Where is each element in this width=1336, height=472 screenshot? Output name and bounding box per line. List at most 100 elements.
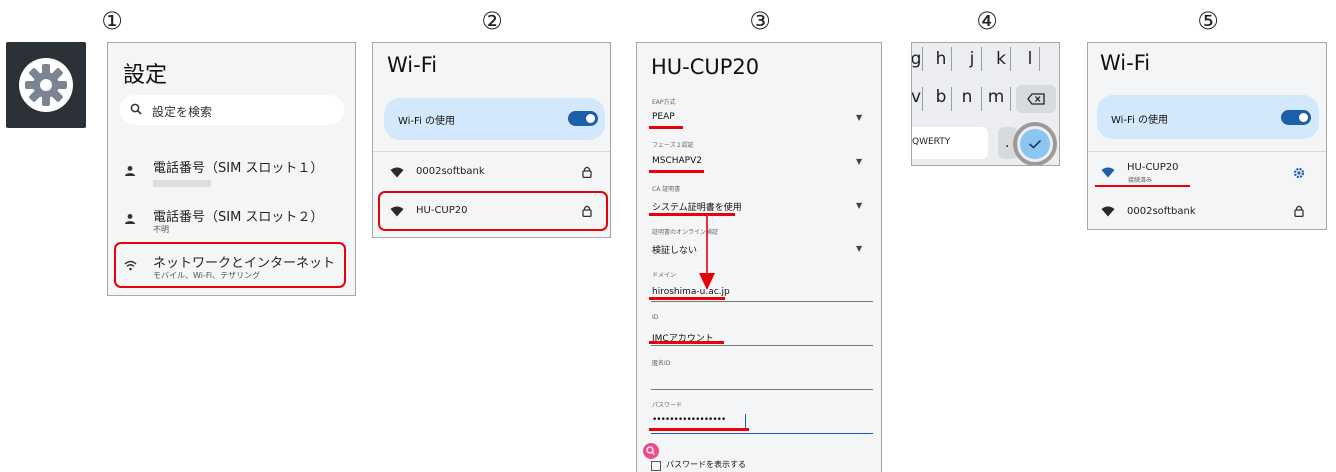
search-icon [130,103,142,115]
step-number-3: ③ [749,7,771,35]
page-title: Wi-Fi [1100,51,1151,75]
field-underline [651,301,873,302]
dropdown-caret-icon: ▼ [856,201,863,210]
zoom-icon[interactable] [643,443,659,459]
key-n[interactable]: n [957,87,977,107]
network-status: 接続済み [1128,177,1153,184]
field-value: システム証明書を使用 [652,203,742,213]
gear-icon [19,58,73,112]
key-separator [1010,87,1011,111]
divider [373,151,610,152]
backspace-key[interactable] [1016,85,1056,113]
wifi-toggle-label: Wi-Fi の使用 [398,116,456,127]
key-l[interactable]: l [1020,49,1040,69]
network-name: 0002softbank [416,166,485,177]
settings-item-subtitle: 不明 [153,225,169,234]
step-number-1: ① [101,7,123,35]
redacted-number [153,180,211,187]
person-icon [125,166,135,176]
anonymous-id-field[interactable] [637,370,881,390]
key-k[interactable]: k [991,49,1011,69]
wifi-toggle-label: Wi-Fi の使用 [1111,115,1169,126]
highlight-network-item [378,191,608,231]
key-separator [1010,47,1011,71]
field-label: パスワード [652,402,683,409]
check-icon [1028,139,1042,149]
key-separator [951,87,952,111]
settings-panel: 設定 設定を検索 電話番号（SIM スロット１） 電話番号（SIM スロット２）… [107,42,356,296]
wifi-connected-panel: Wi-Fi Wi-Fi の使用 HU-CUP20 接続済み 0002softba… [1087,42,1327,230]
show-password-checkbox[interactable] [651,461,661,471]
key-separator [1039,47,1040,71]
highlight-network-item [114,242,346,288]
search-input[interactable]: 設定を検索 [120,95,344,125]
dropdown-caret-icon: ▼ [856,157,863,166]
key-b[interactable]: b [931,87,951,107]
arrow-down-icon [699,215,715,290]
field-label: ドメイン [652,272,677,279]
settings-item-label: 電話番号（SIM スロット１） [153,161,324,176]
wifi-toggle-switch[interactable] [568,111,598,126]
wifi-toggle-card[interactable]: Wi-Fi の使用 [1097,95,1319,139]
field-value: PEAP [652,112,675,122]
step-number-4: ④ [976,7,998,35]
keyboard-row-1: g h j k l [912,49,1059,77]
key-separator [922,87,923,111]
field-underline-focused [651,433,873,434]
text-cursor [745,414,746,428]
highlight-underline [1095,185,1190,187]
show-password-label: パスワードを表示する [666,460,746,469]
field-label: 匿名ID [652,360,671,367]
key-separator [981,47,982,71]
keyboard-mode-label: QWERTY [912,137,951,147]
keyboard-mode-key[interactable]: QWERTY [912,127,988,159]
wifi-toggle-switch[interactable] [1281,110,1311,125]
highlight-underline [649,126,683,129]
field-label: ID [652,314,659,321]
dropdown-caret-icon: ▼ [856,113,863,122]
page-title: Wi-Fi [387,53,438,77]
enter-check-key[interactable] [1020,129,1050,159]
key-j[interactable]: j [962,49,982,69]
field-value: 検証しない [652,246,698,256]
wifi-toggle-card[interactable]: Wi-Fi の使用 [384,98,605,140]
step-number-2: ② [481,7,503,35]
network-name: 0002softbank [1127,206,1196,217]
network-config-panel: HU-CUP20 EAP方式 PEAP ▼ フェーズ２認証 MSCHAPV2 ▼… [636,42,882,472]
gear-icon[interactable] [1293,167,1305,179]
highlight-underline [649,170,704,173]
page-title: HU-CUP20 [651,55,760,79]
wifi-icon [1101,167,1115,178]
field-value: ••••••••••••••••• [652,415,726,425]
network-item-0002softbank[interactable]: 0002softbank [373,155,610,189]
identity-field[interactable]: IMCアカウント [637,327,881,347]
settings-item-label: 電話番号（SIM スロット２） [153,210,324,225]
field-label: CA 証明書 [652,186,681,193]
field-value: hiroshima-u.ac.jp [652,287,730,297]
settings-app-icon[interactable] [6,42,86,128]
network-item-0002softbank[interactable]: 0002softbank [1088,197,1326,227]
network-item-hu-cup20[interactable]: HU-CUP20 接続済み [1088,157,1326,187]
field-label: EAP方式 [652,99,676,106]
backspace-icon [1027,93,1045,105]
page-title: 設定 [123,63,168,88]
wifi-panel: Wi-Fi Wi-Fi の使用 0002softbank HU-CUP20 [372,42,611,238]
highlight-underline [649,428,749,431]
online-validation-select[interactable]: 検証しない ▼ [637,238,881,260]
field-underline [651,345,873,346]
key-g[interactable]: g [912,49,926,69]
key-separator [951,47,952,71]
key-separator [981,87,982,111]
keyboard-panel: g h j k l v b n m QWERTY . [911,42,1060,166]
wifi-icon [390,167,404,178]
settings-item-sim1[interactable]: 電話番号（SIM スロット１） [108,151,355,191]
lock-icon [1294,205,1304,217]
key-h[interactable]: h [931,49,951,69]
key-m[interactable]: m [986,87,1006,107]
settings-item-sim2[interactable]: 電話番号（SIM スロット２） 不明 [108,201,355,237]
key-v[interactable]: v [912,87,926,107]
domain-field[interactable]: hiroshima-u.ac.jp [637,283,881,303]
field-value: MSCHAPV2 [652,156,702,166]
dropdown-caret-icon: ▼ [856,244,863,253]
highlight-underline [649,341,724,344]
